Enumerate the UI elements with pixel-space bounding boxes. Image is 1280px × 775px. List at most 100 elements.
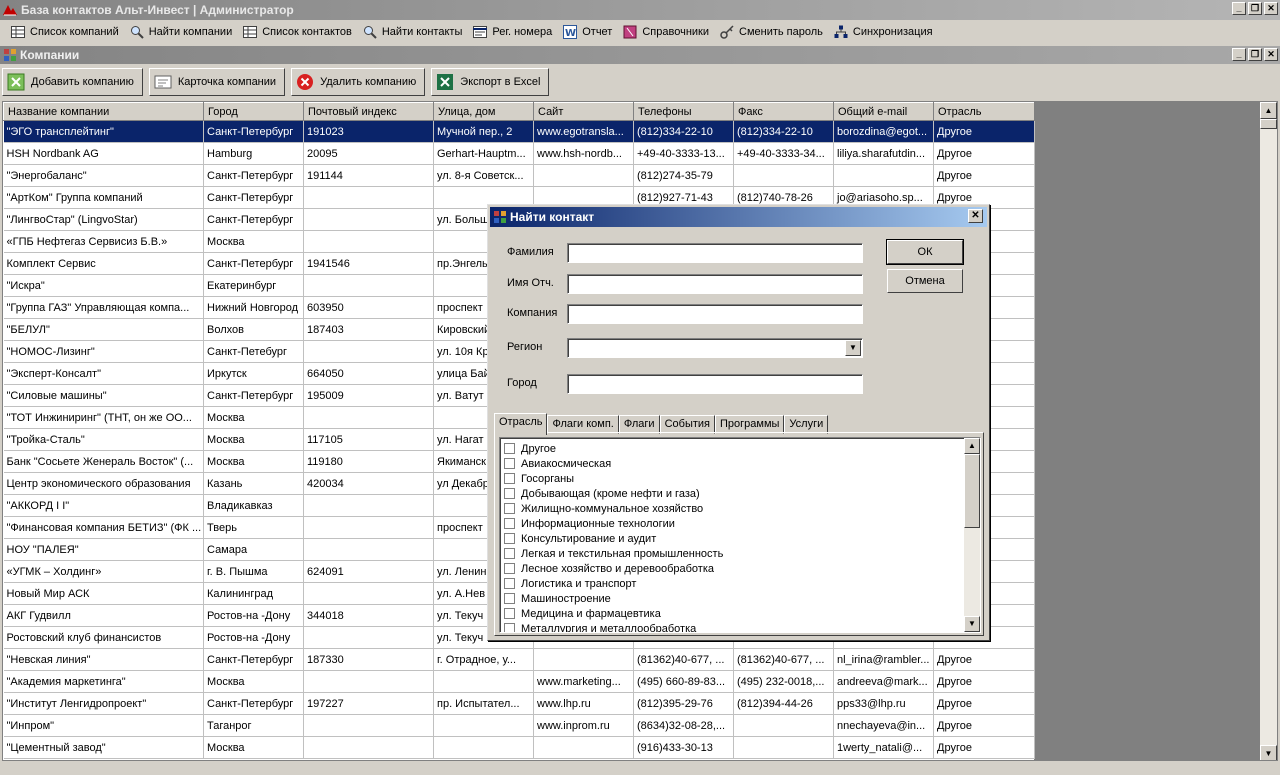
- export-excel-button[interactable]: Экспорт в Excel: [431, 68, 550, 96]
- checkbox[interactable]: [504, 548, 515, 559]
- table-cell[interactable]: [733, 736, 834, 759]
- table-cell[interactable]: [303, 626, 434, 649]
- table-cell[interactable]: Москва: [203, 230, 304, 253]
- table-cell[interactable]: [303, 406, 434, 429]
- table-cell[interactable]: [303, 494, 434, 517]
- checkbox[interactable]: [504, 593, 515, 604]
- column-header[interactable]: Факс: [733, 102, 834, 121]
- menu-reg-numbers[interactable]: Рег. номера: [468, 21, 558, 43]
- table-cell[interactable]: [533, 164, 634, 187]
- table-cell[interactable]: 1941546: [303, 252, 434, 275]
- table-cell[interactable]: «ГПБ Нефтегаз Сервисиз Б.В.»: [3, 230, 204, 253]
- table-cell[interactable]: www.inprom.ru: [533, 714, 634, 737]
- table-cell[interactable]: 197227: [303, 692, 434, 715]
- table-cell[interactable]: nl_irina@rambler...: [833, 648, 934, 671]
- table-cell[interactable]: "Финансовая компания БЕТИЗ" (ФК ...: [3, 516, 204, 539]
- table-row[interactable]: "Академия маркетинга" Москва www.marketing…: [3, 670, 1035, 693]
- table-cell[interactable]: ул. 8-я Советск...: [433, 164, 534, 187]
- checkbox[interactable]: [504, 623, 515, 632]
- table-cell[interactable]: Калининград: [203, 582, 304, 605]
- close-button[interactable]: ✕: [1264, 2, 1278, 15]
- column-header[interactable]: Название компании: [3, 102, 204, 121]
- child-close-button[interactable]: ✕: [1264, 48, 1278, 61]
- menu-contact-list[interactable]: Список контактов: [238, 21, 358, 43]
- table-row[interactable]: "Институт Ленгидропроект" Санкт-Петербург…: [3, 692, 1035, 715]
- table-cell[interactable]: Санкт-Петербург: [203, 208, 304, 231]
- table-cell[interactable]: "ЛингвоСтар" (LingvoStar): [3, 208, 204, 231]
- table-cell[interactable]: (81362)40-677, ...: [633, 648, 734, 671]
- table-cell[interactable]: Таганрог: [203, 714, 304, 737]
- menu-find-companies[interactable]: Найти компании: [125, 21, 239, 43]
- table-cell[interactable]: Hamburg: [203, 142, 304, 165]
- city-input[interactable]: [567, 374, 863, 394]
- table-cell[interactable]: +49-40-3333-34...: [733, 142, 834, 165]
- table-cell[interactable]: Москва: [203, 406, 304, 429]
- checkbox[interactable]: [504, 578, 515, 589]
- scroll-thumb[interactable]: [1260, 119, 1277, 129]
- list-item[interactable]: Лесное хозяйство и деревообработка: [504, 561, 714, 576]
- table-cell[interactable]: «УГМК – Холдинг»: [3, 560, 204, 583]
- table-cell[interactable]: 664050: [303, 362, 434, 385]
- table-cell[interactable]: [733, 714, 834, 737]
- table-cell[interactable]: [833, 164, 934, 187]
- table-cell[interactable]: HSH Nordbank AG: [3, 142, 204, 165]
- child-minimize-button[interactable]: _: [1232, 48, 1246, 61]
- table-cell[interactable]: [303, 208, 434, 231]
- table-cell[interactable]: Gerhart-Hauptm...: [433, 142, 534, 165]
- table-cell[interactable]: borozdina@egot...: [833, 120, 934, 143]
- table-cell[interactable]: www.marketing...: [533, 670, 634, 693]
- surname-input[interactable]: [567, 243, 863, 263]
- region-select[interactable]: ▼: [567, 338, 863, 358]
- table-cell[interactable]: [733, 164, 834, 187]
- table-cell[interactable]: Волхов: [203, 318, 304, 341]
- minimize-button[interactable]: _: [1232, 2, 1246, 15]
- table-cell[interactable]: пр. Испытател...: [433, 692, 534, 715]
- checkbox[interactable]: [504, 443, 515, 454]
- column-header[interactable]: Отрасль: [933, 102, 1035, 121]
- table-cell[interactable]: [433, 670, 534, 693]
- table-cell[interactable]: liliya.sharafutdin...: [833, 142, 934, 165]
- table-cell[interactable]: Санкт-Петебург: [203, 340, 304, 363]
- list-item[interactable]: Добывающая (кроме нефти и газа): [504, 486, 700, 501]
- chevron-down-icon[interactable]: ▼: [845, 340, 861, 356]
- table-cell[interactable]: Москва: [203, 670, 304, 693]
- table-row[interactable]: "Цементный завод" Москва (916)433-30-13 1we…: [3, 736, 1035, 759]
- table-row[interactable]: "Энергобаланс" Санкт-Петербург 191144 ул. 8…: [3, 164, 1035, 187]
- table-cell[interactable]: 187330: [303, 648, 434, 671]
- table-cell[interactable]: "Силовые машины": [3, 384, 204, 407]
- column-header[interactable]: Почтовый индекс: [303, 102, 434, 121]
- table-cell[interactable]: [433, 736, 534, 759]
- table-cell[interactable]: Тверь: [203, 516, 304, 539]
- checkbox[interactable]: [504, 503, 515, 514]
- list-item[interactable]: Логистика и транспорт: [504, 576, 636, 591]
- table-cell[interactable]: Мучной пер., 2: [433, 120, 534, 143]
- table-cell[interactable]: [303, 340, 434, 363]
- table-cell[interactable]: "Эксперт-Консалт": [3, 362, 204, 385]
- table-cell[interactable]: [303, 186, 434, 209]
- menu-company-list[interactable]: Список компаний: [6, 21, 125, 43]
- table-cell[interactable]: "Группа ГАЗ" Управляющая компа...: [3, 296, 204, 319]
- column-header[interactable]: Сайт: [533, 102, 634, 121]
- table-cell[interactable]: Центр экономического образования: [3, 472, 204, 495]
- checkbox[interactable]: [504, 518, 515, 529]
- table-cell[interactable]: [303, 230, 434, 253]
- ok-button[interactable]: ОК: [886, 239, 964, 265]
- table-cell[interactable]: Санкт-Петербург: [203, 164, 304, 187]
- table-cell[interactable]: Другое: [933, 714, 1035, 737]
- table-cell[interactable]: 603950: [303, 296, 434, 319]
- list-item[interactable]: Информационные технологии: [504, 516, 675, 531]
- table-cell[interactable]: [303, 736, 434, 759]
- restore-button[interactable]: ❐: [1248, 2, 1262, 15]
- table-cell[interactable]: Москва: [203, 736, 304, 759]
- table-cell[interactable]: [433, 714, 534, 737]
- company-card-button[interactable]: Карточка компании: [148, 68, 286, 96]
- table-cell[interactable]: Казань: [203, 472, 304, 495]
- table-cell[interactable]: (495) 232-0018,...: [733, 670, 834, 693]
- table-cell[interactable]: "Тройка-Сталь": [3, 428, 204, 451]
- table-cell[interactable]: www.egotransla...: [533, 120, 634, 143]
- list-item[interactable]: Другое: [504, 441, 556, 456]
- table-cell[interactable]: Москва: [203, 428, 304, 451]
- delete-company-button[interactable]: Удалить компанию: [291, 68, 426, 96]
- name-input[interactable]: [567, 274, 863, 294]
- checkbox[interactable]: [504, 488, 515, 499]
